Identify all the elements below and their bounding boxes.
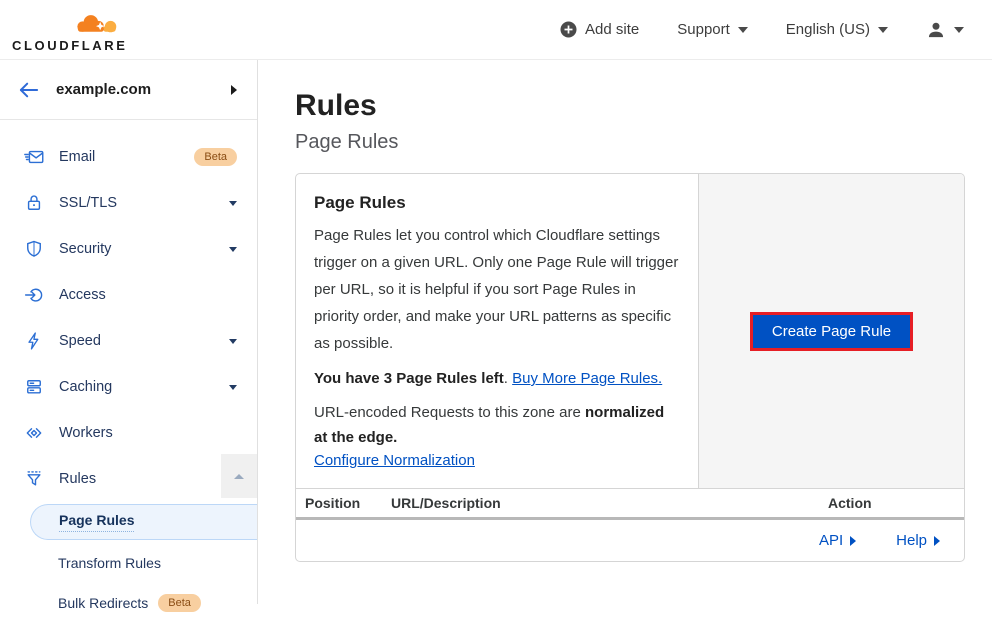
column-header-action: Action <box>828 495 964 511</box>
page-rules-card: Page Rules Page Rules let you control wh… <box>295 173 965 562</box>
sidebar-item-transform-rules[interactable]: Transform Rules <box>0 543 257 583</box>
support-label: Support <box>677 21 730 38</box>
chevron-right-icon <box>934 536 940 546</box>
rules-subnav: Page Rules Transform Rules Bulk Redirect… <box>0 504 257 623</box>
sidebar-item-access[interactable]: Access <box>0 272 257 318</box>
sidebar-item-label: Speed <box>59 333 229 349</box>
sidebar-item-page-rules[interactable]: Page Rules <box>30 504 257 540</box>
sidebar-item-email[interactable]: Email Beta <box>0 134 257 180</box>
cloudflare-logo[interactable]: CLOUDFLARE <box>12 7 128 53</box>
rules-icon <box>24 469 44 489</box>
sidebar-item-label: Workers <box>59 425 237 441</box>
column-header-position: Position <box>305 495 391 511</box>
support-menu[interactable]: Support <box>677 21 748 38</box>
sidebar-item-workers[interactable]: Workers <box>0 410 257 456</box>
back-arrow-icon[interactable] <box>18 81 40 99</box>
chevron-right-icon <box>850 536 856 546</box>
sidebar-item-label: Transform Rules <box>58 555 161 571</box>
user-icon <box>926 20 946 40</box>
sidebar-item-label: Access <box>59 287 237 303</box>
zone-expand-icon[interactable] <box>231 85 237 95</box>
sidebar-item-label: Caching <box>59 379 229 395</box>
sidebar-item-rules[interactable]: Rules <box>0 456 257 502</box>
chevron-down-icon <box>954 27 964 33</box>
zone-selector: example.com <box>0 60 257 120</box>
account-menu[interactable] <box>926 20 964 40</box>
sidebar: example.com Email Beta SSL/TLS <box>0 60 258 604</box>
chevron-down-icon[interactable] <box>229 339 237 344</box>
sidebar-item-speed[interactable]: Speed <box>0 318 257 364</box>
sidebar-item-label: SSL/TLS <box>59 195 229 211</box>
sidebar-item-label: Rules <box>59 471 237 487</box>
access-icon <box>24 285 44 305</box>
card-description: Page Rules let you control which Cloudfl… <box>314 222 680 357</box>
shield-icon <box>24 239 44 259</box>
sidebar-item-label: Bulk Redirects <box>58 595 148 611</box>
language-menu[interactable]: English (US) <box>786 21 888 38</box>
language-label: English (US) <box>786 21 870 38</box>
sidebar-item-label: Security <box>59 241 229 257</box>
workers-icon <box>24 423 44 443</box>
api-link-label: API <box>819 532 843 549</box>
sidebar-nav: Email Beta SSL/TLS Security <box>0 120 257 623</box>
help-link-label: Help <box>896 532 927 549</box>
quota-text: You have 3 Page Rules left <box>314 370 504 387</box>
speed-icon <box>24 331 44 351</box>
normalization-text: URL-encoded Requests to this zone are <box>314 404 585 421</box>
card-heading: Page Rules <box>314 193 680 213</box>
help-link[interactable]: Help <box>896 532 940 549</box>
add-site-label: Add site <box>585 21 639 38</box>
cloudflare-wordmark: CLOUDFLARE <box>12 38 128 53</box>
card-footer: API Help <box>296 520 964 561</box>
chevron-up-icon <box>234 474 244 479</box>
configure-normalization-link[interactable]: Configure Normalization <box>314 452 475 469</box>
chevron-down-icon <box>878 27 888 33</box>
beta-badge: Beta <box>158 594 201 612</box>
sidebar-item-label: Page Rules <box>59 512 134 532</box>
card-description-panel: Page Rules Page Rules let you control wh… <box>296 174 698 488</box>
sidebar-item-ssl-tls[interactable]: SSL/TLS <box>0 180 257 226</box>
zone-name: example.com <box>56 81 215 98</box>
main-content: Rules Page Rules Page Rules Page Rules l… <box>258 60 992 604</box>
quota-line: You have 3 Page Rules left. Buy More Pag… <box>314 370 680 387</box>
rules-table-header: Position URL/Description Action <box>296 488 964 520</box>
sidebar-item-bulk-redirects[interactable]: Bulk Redirects Beta <box>0 583 257 623</box>
quota-separator: . <box>504 370 512 387</box>
api-link[interactable]: API <box>819 532 856 549</box>
buy-more-page-rules-link[interactable]: Buy More Page Rules. <box>512 370 662 387</box>
email-icon <box>24 147 44 167</box>
plus-circle-icon <box>560 21 577 38</box>
page-title: Rules <box>295 88 992 124</box>
sidebar-item-security[interactable]: Security <box>0 226 257 272</box>
normalization-line: URL-encoded Requests to this zone are no… <box>314 400 680 450</box>
top-header: CLOUDFLARE Add site Support English (US) <box>0 0 992 60</box>
chevron-down-icon[interactable] <box>229 247 237 252</box>
top-navigation: Add site Support English (US) <box>560 20 964 40</box>
beta-badge: Beta <box>194 148 237 166</box>
card-top-section: Page Rules Page Rules let you control wh… <box>296 174 964 488</box>
page-subtitle: Page Rules <box>295 131 992 154</box>
create-page-rule-button[interactable]: Create Page Rule <box>753 315 910 348</box>
add-site-button[interactable]: Add site <box>560 21 639 38</box>
lock-icon <box>24 193 44 213</box>
card-action-panel: Create Page Rule <box>698 174 964 488</box>
chevron-down-icon <box>738 27 748 33</box>
caching-icon <box>24 377 44 397</box>
column-header-url-description: URL/Description <box>391 495 828 511</box>
chevron-down-icon[interactable] <box>229 385 237 390</box>
collapse-scroll-button[interactable] <box>221 454 257 498</box>
cloudflare-cloud-icon <box>67 11 123 37</box>
sidebar-item-caching[interactable]: Caching <box>0 364 257 410</box>
chevron-down-icon[interactable] <box>229 201 237 206</box>
